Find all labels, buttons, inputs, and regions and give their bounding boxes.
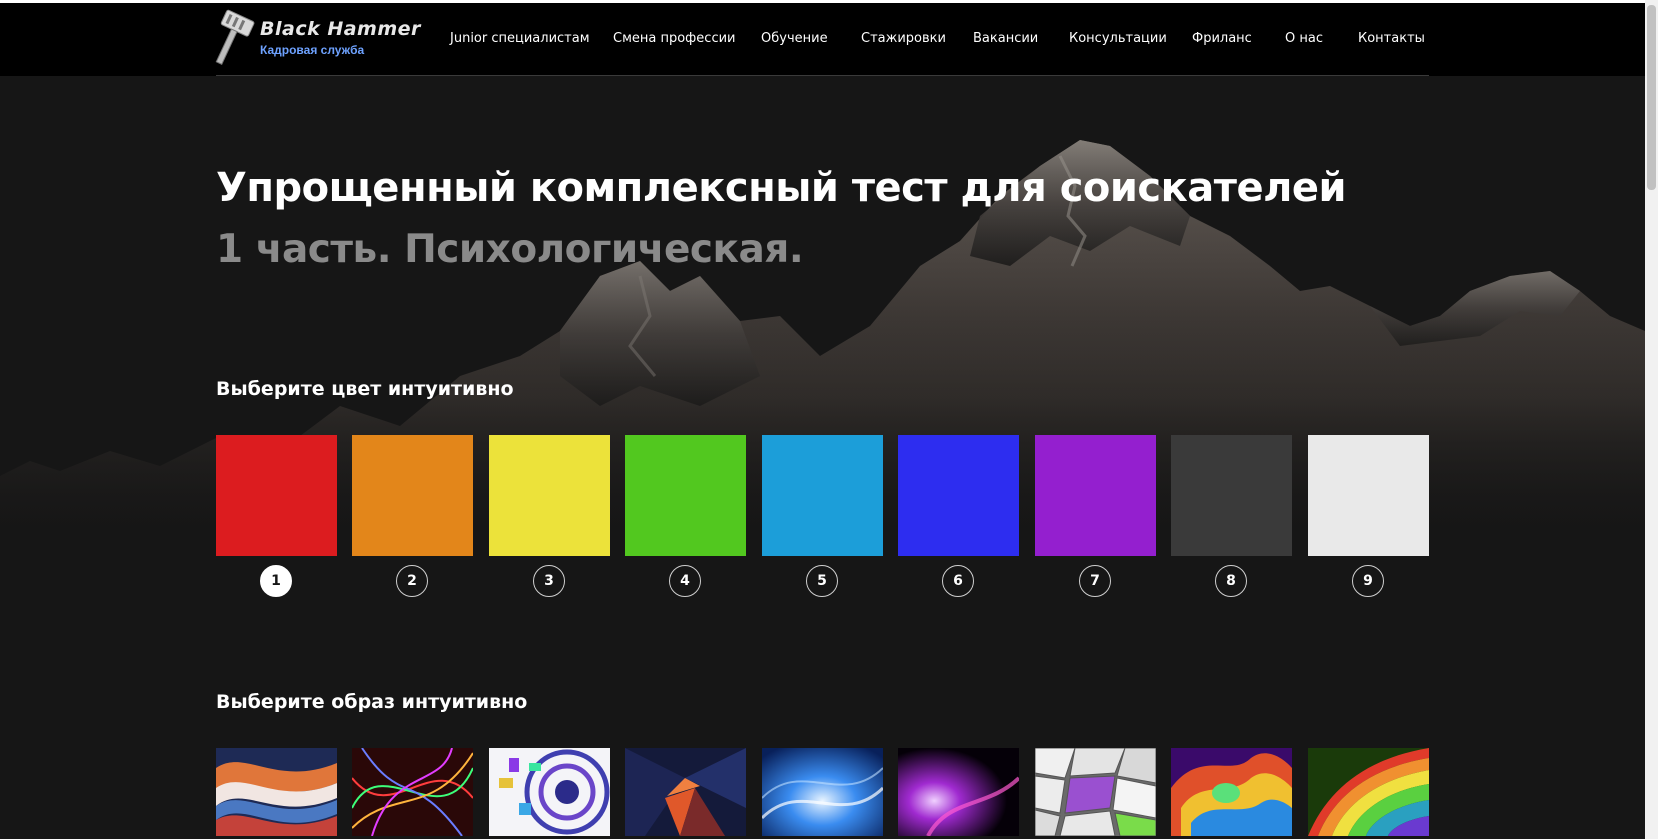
color-section-heading: Выберите цвет интуитивно xyxy=(216,378,514,400)
cracked-tiles-image[interactable] xyxy=(1035,748,1156,836)
color-swatch-6[interactable] xyxy=(898,435,1019,556)
nav-item-contacts[interactable]: Контакты xyxy=(1358,31,1425,46)
blue-swirl-image[interactable] xyxy=(762,748,883,836)
color-option-number-1[interactable]: 1 xyxy=(260,565,292,597)
nav-divider xyxy=(216,75,1429,76)
rainbow-layers-image[interactable] xyxy=(1308,748,1429,836)
color-swatch-4[interactable] xyxy=(625,435,746,556)
nav-item-vacancies[interactable]: Вакансии xyxy=(973,31,1038,46)
neon-lines-image[interactable] xyxy=(352,748,473,836)
color-option-number-2[interactable]: 2 xyxy=(396,565,428,597)
color-option-number-7[interactable]: 7 xyxy=(1079,565,1111,597)
scrollbar-thumb[interactable] xyxy=(1647,5,1656,190)
nav-item-internships[interactable]: Стажировки xyxy=(861,31,946,46)
color-swatch-7[interactable] xyxy=(1035,435,1156,556)
color-option-number-3[interactable]: 3 xyxy=(533,565,565,597)
color-swatch-2[interactable] xyxy=(352,435,473,556)
nav-item-training[interactable]: Обучение xyxy=(761,31,828,46)
fluid-colors-image[interactable] xyxy=(1171,748,1292,836)
page-subtitle: 1 часть. Психологическая. xyxy=(216,227,804,272)
geometric-tunnel-image[interactable] xyxy=(489,748,610,836)
color-swatch-1[interactable] xyxy=(216,435,337,556)
wavy-stripes-image[interactable] xyxy=(216,748,337,836)
page-title: Упрощенный комплексный тест для соискате… xyxy=(216,165,1347,211)
purple-glow-image[interactable] xyxy=(898,748,1019,836)
brand-title: Black Hammer xyxy=(260,18,421,40)
color-swatch-9[interactable] xyxy=(1308,435,1429,556)
color-swatch-3[interactable] xyxy=(489,435,610,556)
nav-item-career-change[interactable]: Смена профессии xyxy=(613,31,736,46)
nav-item-freelance[interactable]: Фриланс xyxy=(1192,31,1252,46)
color-option-number-4[interactable]: 4 xyxy=(669,565,701,597)
nav-item-about[interactable]: О нас xyxy=(1285,31,1323,46)
hammer-logo-icon xyxy=(215,9,255,65)
color-option-number-9[interactable]: 9 xyxy=(1352,565,1384,597)
page-scrollbar[interactable] xyxy=(1645,0,1658,839)
color-swatch-8[interactable] xyxy=(1171,435,1292,556)
nav-item-consultations[interactable]: Консультации xyxy=(1069,31,1167,46)
brand-logo[interactable]: Black Hammer Кадровая служба xyxy=(214,9,434,69)
color-swatch-5[interactable] xyxy=(762,435,883,556)
color-option-number-6[interactable]: 6 xyxy=(942,565,974,597)
color-option-number-8[interactable]: 8 xyxy=(1215,565,1247,597)
image-section-heading: Выберите образ интуитивно xyxy=(216,691,528,713)
nav-item-junior[interactable]: Junior специалистам xyxy=(450,31,590,46)
dark-polygon-image[interactable] xyxy=(625,748,746,836)
color-option-number-5[interactable]: 5 xyxy=(806,565,838,597)
brand-subtitle: Кадровая служба xyxy=(260,43,365,57)
